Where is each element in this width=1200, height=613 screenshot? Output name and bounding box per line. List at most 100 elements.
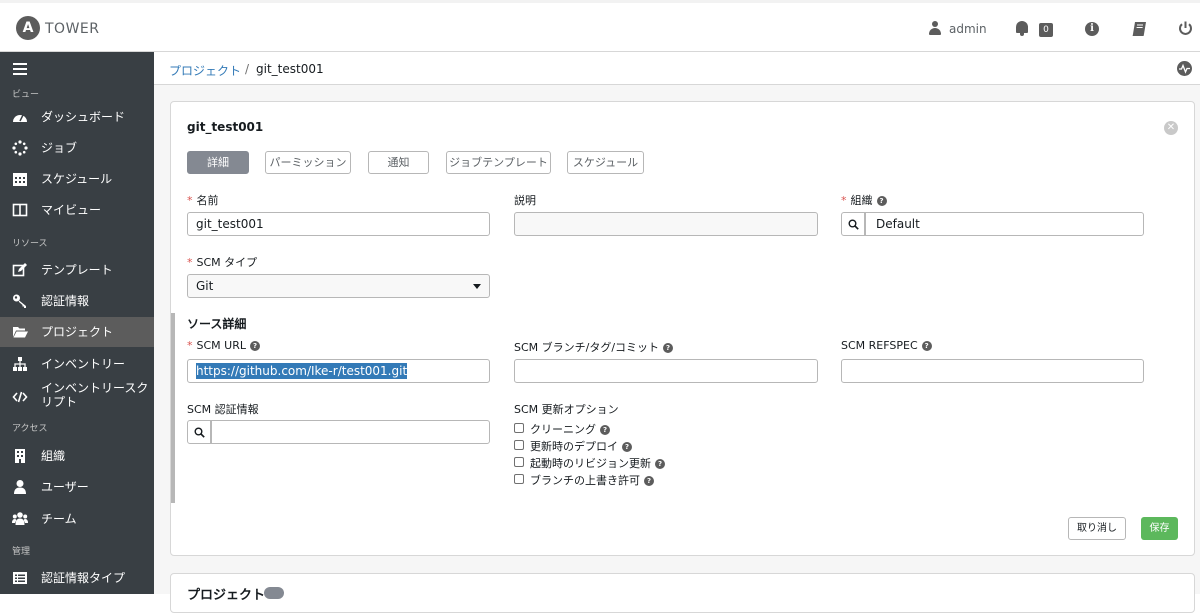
sidebar-item-label: インベントリー (41, 357, 126, 371)
logout-power-icon[interactable] (1178, 21, 1193, 36)
breadcrumb: プロジェクト / git_test001 (154, 52, 1200, 85)
breadcrumb-current: git_test001 (256, 62, 324, 76)
sidebar-item-label: チーム (41, 512, 77, 526)
sidebar-item-templates[interactable]: テンプレート (0, 255, 154, 285)
organization-label: * 組織? (841, 192, 887, 208)
sidebar-item-label: 認証情報タイプ (41, 571, 126, 585)
search-icon (194, 427, 205, 438)
sidebar-item-my-view[interactable]: マイビュー (0, 195, 154, 225)
sidebar-item-label: プロジェクト (41, 325, 114, 339)
scm-branch-label: SCM ブランチ/タグ/コミット? (514, 339, 674, 355)
help-icon: ? (622, 442, 632, 452)
sidebar-item-label: スケジュール (41, 172, 113, 186)
allow-branch-override-checkbox[interactable] (514, 474, 524, 484)
clean-checkbox[interactable] (514, 423, 524, 433)
tab-notifications[interactable]: 通知 (368, 151, 429, 174)
scm-refspec-label: SCM REFSPEC? (841, 339, 932, 352)
jobs-icon (12, 140, 28, 156)
projects-list-card: プロジェクト (170, 573, 1195, 613)
sidebar-item-credential-types[interactable]: 認証情報タイプ (0, 563, 154, 593)
chevron-down-icon (473, 284, 481, 289)
dashboard-icon (12, 109, 28, 125)
close-icon[interactable]: ✕ (1164, 121, 1178, 135)
update-on-launch-checkbox[interactable] (514, 457, 524, 467)
sidebar-item-dashboard[interactable]: ダッシュボード (0, 102, 154, 132)
user-icon[interactable] (929, 21, 941, 35)
sidebar-item-jobs[interactable]: ジョブ (0, 133, 154, 163)
sidebar-item-label: 組織 (41, 449, 66, 463)
sidebar-item-label-line2: リプト (41, 395, 78, 409)
tab-permissions[interactable]: パーミッション (265, 151, 351, 174)
main-content: git_test001 ✕ 詳細 パーミッション 通知 ジョブテンプレート スケ… (154, 85, 1200, 613)
user-icon (12, 479, 28, 495)
sidebar-item-label: テンプレート (41, 263, 113, 277)
scm-credential-label: SCM 認証情報 (187, 403, 259, 416)
sidebar-item-label: インベントリースク (41, 381, 149, 395)
help-icon: ? (644, 476, 654, 486)
sitemap-icon (12, 356, 28, 372)
users-icon (12, 511, 28, 527)
scm-credential-lookup-button[interactable] (187, 420, 211, 444)
sidebar-item-label: ジョブ (41, 141, 78, 155)
list-icon (12, 570, 28, 586)
scm-url-label: * SCM URL? (187, 339, 260, 352)
scm-credential-field[interactable] (211, 420, 490, 444)
sidebar-item-label: ダッシュボード (41, 110, 126, 124)
folder-open-icon (12, 324, 28, 340)
help-icon: ? (876, 196, 887, 206)
info-icon[interactable]: i (1085, 22, 1099, 36)
delete-on-update-checkbox[interactable] (514, 440, 524, 450)
notification-count-badge[interactable]: 0 (1039, 23, 1053, 37)
project-form-card: git_test001 ✕ 詳細 パーミッション 通知 ジョブテンプレート スケ… (170, 101, 1195, 556)
bell-icon[interactable] (1015, 21, 1029, 36)
key-icon (12, 293, 28, 309)
edit-icon (12, 262, 28, 278)
activity-stream-icon[interactable] (1177, 61, 1192, 76)
sidebar-item-users[interactable]: ユーザー (0, 472, 154, 502)
save-button[interactable]: 保存 (1141, 517, 1178, 540)
book-icon[interactable] (1132, 22, 1147, 36)
help-icon: ? (663, 343, 674, 353)
sidebar-item-inventories[interactable]: インベントリー (0, 349, 154, 379)
sidebar-item-label: マイビュー (41, 203, 102, 217)
ansible-logo-icon[interactable]: A (16, 16, 40, 40)
sidebar-section-access: アクセス (12, 424, 48, 434)
sidebar-item-label: ユーザー (41, 480, 89, 494)
brand-name[interactable]: TOWER (45, 21, 100, 37)
scm-branch-field[interactable] (514, 359, 818, 383)
sidebar-item-inventory-scripts[interactable]: インベントリースク リプト (0, 379, 154, 413)
help-icon: ? (921, 341, 932, 351)
sidebar: ビュー ダッシュボード ジョブ スケジュール マイビュー リソース テンプレート (0, 52, 154, 594)
sidebar-section-admin: 管理 (12, 547, 31, 557)
hamburger-menu-icon[interactable] (13, 63, 27, 75)
tab-schedules[interactable]: スケジュール (567, 151, 644, 174)
scm-type-select[interactable]: Git (187, 274, 490, 298)
organization-lookup-button[interactable] (841, 212, 865, 236)
organization-field[interactable]: Default (865, 212, 1144, 236)
help-icon: ? (600, 425, 610, 435)
scm-url-field[interactable]: https://github.com/Ike-r/test001.git (187, 359, 490, 383)
current-user-link[interactable]: admin (949, 22, 987, 36)
tab-job-templates[interactable]: ジョブテンプレート (446, 151, 551, 174)
source-details-title: ソース詳細 (187, 317, 247, 331)
sidebar-section-resources: リソース (12, 239, 48, 249)
cancel-button[interactable]: 取り消し (1068, 517, 1126, 540)
help-icon: ? (249, 341, 260, 351)
sidebar-item-credentials[interactable]: 認証情報 (0, 286, 154, 316)
projects-count-badge (264, 587, 284, 599)
search-icon (848, 219, 859, 230)
description-field[interactable] (514, 212, 818, 236)
scm-update-options-label: SCM 更新オプション (514, 403, 619, 416)
sidebar-item-projects[interactable]: プロジェクト (0, 317, 154, 347)
scm-refspec-field[interactable] (841, 359, 1144, 383)
columns-icon (12, 202, 28, 218)
name-field[interactable]: git_test001 (187, 212, 490, 236)
form-title: git_test001 (187, 120, 264, 134)
sidebar-item-schedules[interactable]: スケジュール (0, 164, 154, 194)
source-details-indicator (171, 313, 175, 503)
tab-details[interactable]: 詳細 (187, 151, 249, 174)
name-label: * 名前 (187, 194, 219, 207)
sidebar-item-teams[interactable]: チーム (0, 504, 154, 534)
sidebar-item-organizations[interactable]: 組織 (0, 441, 154, 471)
breadcrumb-projects-link[interactable]: プロジェクト (169, 62, 241, 79)
